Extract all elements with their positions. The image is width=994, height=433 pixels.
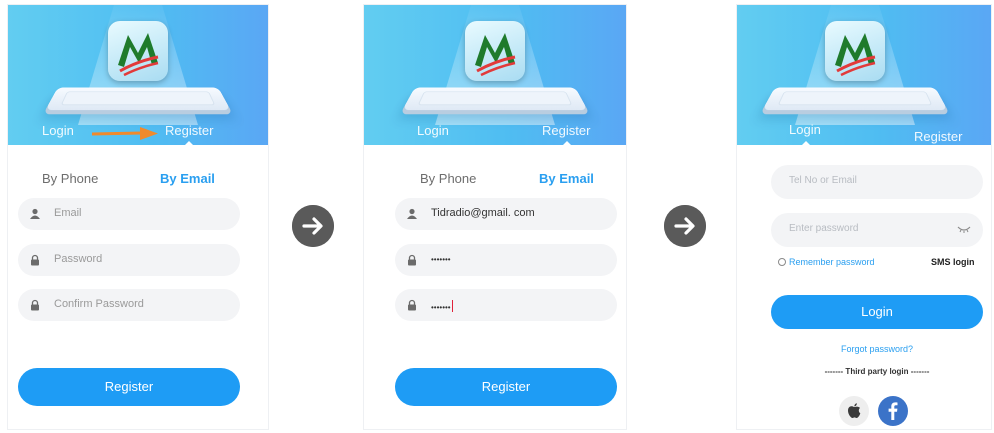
lock-icon <box>406 299 418 311</box>
tab-register[interactable]: Register <box>914 129 962 144</box>
forgot-password-link[interactable]: Forgot password? <box>737 344 991 354</box>
app-logo <box>465 21 525 81</box>
lock-icon <box>29 254 41 266</box>
password-placeholder: Password <box>54 253 103 265</box>
remember-password-label: Remember password <box>789 257 875 267</box>
account-field[interactable]: Tel No or Email <box>771 165 983 199</box>
device-illustration <box>762 87 948 111</box>
arrow-right-icon <box>292 205 334 247</box>
app-logo <box>108 21 168 81</box>
lock-icon <box>406 254 418 266</box>
third-party-login-label: ------- Third party login ------- <box>824 367 930 376</box>
device-illustration <box>45 87 231 111</box>
tab-active-indicator <box>801 141 811 145</box>
arrow-right-icon <box>664 205 706 247</box>
pointer-arrow-icon <box>92 127 158 140</box>
header-banner: Login Register <box>8 5 268 145</box>
register-screen-filled: Login Register By Phone By Email Tidradi… <box>363 4 627 430</box>
confirm-password-value: ••••••• <box>431 303 451 312</box>
register-button[interactable]: Register <box>18 368 240 406</box>
facebook-icon[interactable] <box>878 396 908 426</box>
email-field[interactable]: Tidradio@gmail. com <box>395 198 617 230</box>
confirm-password-field[interactable]: Confirm Password <box>18 289 240 321</box>
password-placeholder: Enter password <box>789 223 859 234</box>
tab-active-indicator <box>184 141 194 145</box>
header-banner: Login Register <box>737 5 991 145</box>
radio-icon[interactable] <box>778 258 786 266</box>
confirm-password-field[interactable]: ••••••• <box>395 289 617 321</box>
user-icon <box>29 208 41 220</box>
tab-login[interactable]: Login <box>789 122 821 137</box>
remember-password-option[interactable]: Remember password <box>778 257 875 267</box>
email-value: Tidradio@gmail. com <box>431 207 535 219</box>
text-cursor <box>451 300 453 312</box>
device-illustration <box>402 87 588 111</box>
tab-login[interactable]: Login <box>417 123 449 138</box>
sms-login-link[interactable]: SMS login <box>931 257 975 267</box>
header-banner: Login Register <box>364 5 626 145</box>
email-field[interactable]: Email <box>18 198 240 230</box>
password-field[interactable]: Password <box>18 244 240 276</box>
lock-icon <box>29 299 41 311</box>
password-field[interactable]: Enter password <box>771 213 983 247</box>
segment-by-email[interactable]: By Email <box>160 171 215 186</box>
confirm-password-placeholder: Confirm Password <box>54 298 144 310</box>
app-logo <box>825 21 885 81</box>
eye-closed-icon[interactable] <box>957 225 971 233</box>
user-icon <box>406 208 418 220</box>
tab-register[interactable]: Register <box>542 123 590 138</box>
login-screen: Login Register Tel No or Email Enter pas… <box>736 4 992 430</box>
segment-by-phone[interactable]: By Phone <box>42 171 98 186</box>
account-placeholder: Tel No or Email <box>789 175 857 186</box>
segment-by-phone[interactable]: By Phone <box>420 171 476 186</box>
password-value: ••••••• <box>431 255 451 264</box>
register-screen-empty: Login Register By Phone By Email Email P… <box>7 4 269 430</box>
tab-login[interactable]: Login <box>42 123 74 138</box>
tab-active-indicator <box>562 141 572 145</box>
register-button[interactable]: Register <box>395 368 617 406</box>
apple-icon[interactable] <box>839 396 869 426</box>
password-field[interactable]: ••••••• <box>395 244 617 276</box>
login-button[interactable]: Login <box>771 295 983 329</box>
tab-register[interactable]: Register <box>165 123 213 138</box>
email-placeholder: Email <box>54 207 82 219</box>
segment-by-email[interactable]: By Email <box>539 171 594 186</box>
